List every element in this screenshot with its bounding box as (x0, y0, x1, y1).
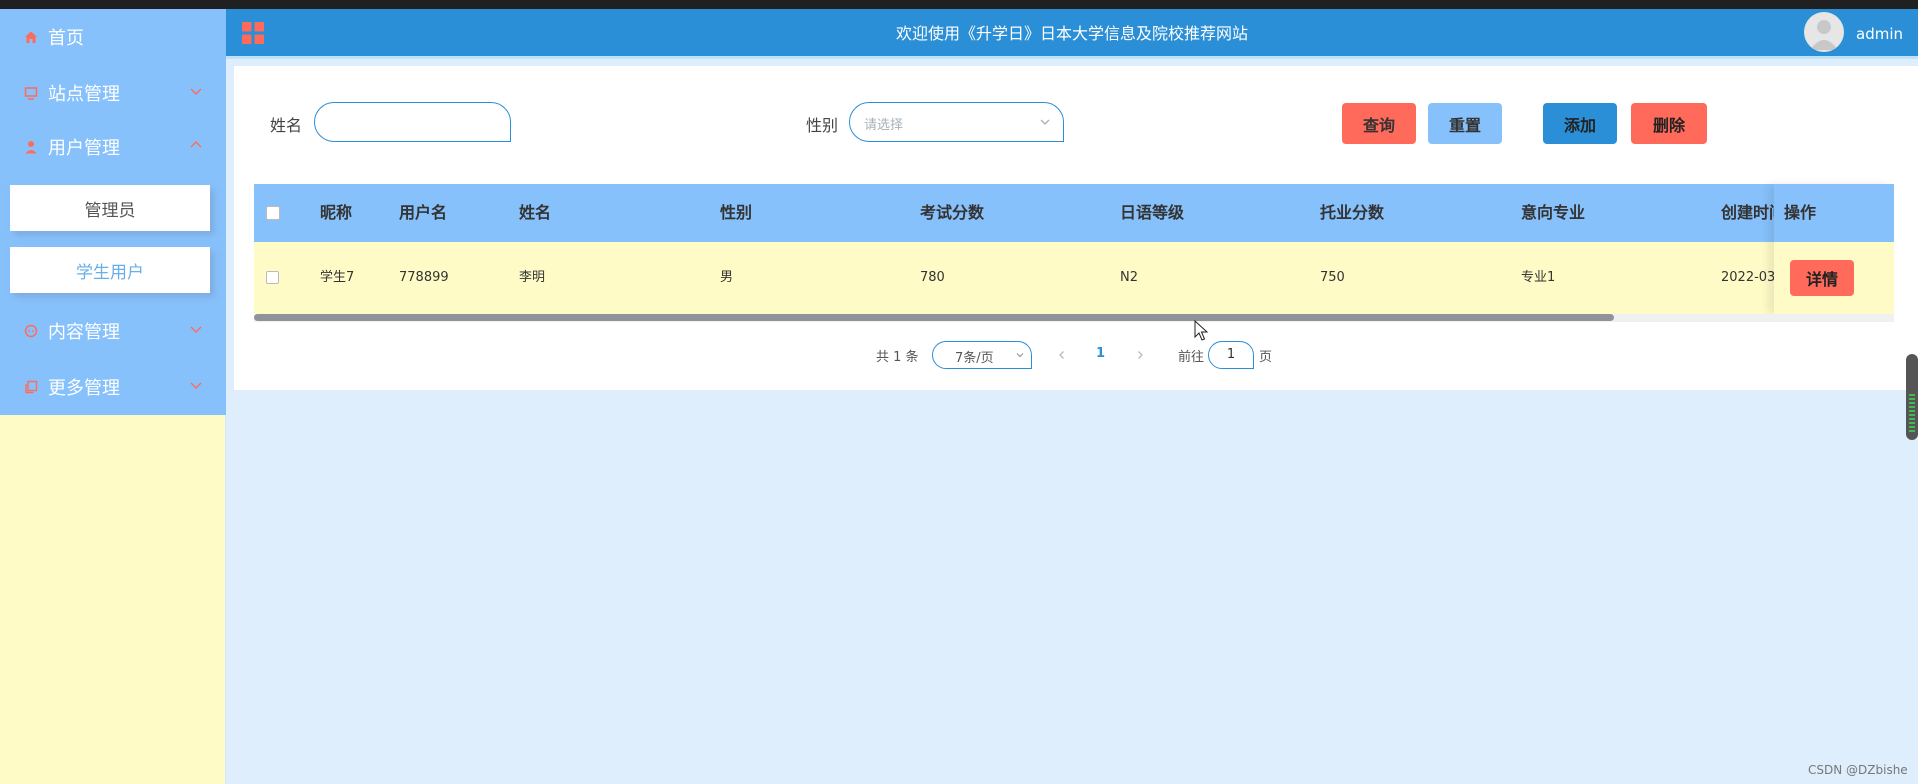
chevron-down-icon (1040, 119, 1050, 125)
column-header[interactable]: 意向专业 (1521, 184, 1585, 242)
submenu-item-admin[interactable]: 管理员 (10, 185, 210, 231)
avatar[interactable] (1804, 12, 1844, 52)
scrollbar-grip (1909, 394, 1915, 434)
table-row[interactable]: 学生7 778899 李明 男 780 N2 750 专业1 2022-03- (254, 242, 1894, 314)
next-page-icon[interactable] (1134, 349, 1146, 361)
cell-toeic: 750 (1320, 270, 1345, 285)
page-size-select[interactable]: 7条/页 (932, 341, 1032, 369)
cell-created: 2022-03- (1721, 270, 1775, 285)
sidebar-item-label: 内容管理 (48, 322, 120, 343)
submenu-users: 管理员 学生用户 (0, 173, 226, 303)
page-title: 欢迎使用《升学日》日本大学信息及院校推荐网站 (895, 24, 1248, 43)
sidebar-item-label: 用户管理 (48, 138, 120, 159)
query-button[interactable]: 查询 (1342, 103, 1416, 144)
top-header: 欢迎使用《升学日》日本大学信息及院校推荐网站 admin (226, 9, 1918, 59)
sidebar-item-label: 首页 (48, 28, 84, 49)
user-avatar-icon (1810, 20, 1838, 50)
sidebar-item-label: 更多管理 (48, 378, 120, 399)
monitor-icon (24, 86, 38, 100)
reset-button[interactable]: 重置 (1428, 103, 1502, 144)
gender-label: 性别 (806, 116, 839, 135)
sidebar-item-home[interactable]: 首页 (0, 9, 226, 65)
cell-major: 专业1 (1521, 270, 1556, 285)
detail-button[interactable]: 详情 (1790, 260, 1854, 296)
goto-page-input[interactable]: 1 (1208, 341, 1254, 369)
page-suffix: 页 (1259, 350, 1273, 365)
column-header[interactable]: 创建时间 (1721, 184, 1775, 242)
window-top-strip (0, 0, 1918, 9)
column-header-action: 操作 (1784, 203, 1817, 222)
row-checkbox[interactable] (266, 271, 279, 284)
cell-nickname: 学生7 (320, 270, 355, 285)
current-page[interactable]: 1 (1096, 346, 1105, 361)
name-label: 姓名 (270, 116, 303, 135)
cell-username: 778899 (399, 270, 449, 285)
column-header[interactable]: 托业分数 (1320, 184, 1384, 242)
column-header[interactable]: 姓名 (519, 184, 551, 242)
table-header: 昵称 用户名 姓名 性别 考试分数 日语等级 托业分数 意向专业 创建时间 (254, 184, 1894, 242)
action-column: 操作 详情 (1774, 184, 1894, 314)
column-header[interactable]: 昵称 (320, 184, 352, 242)
column-header[interactable]: 日语等级 (1120, 184, 1184, 242)
cell-gender: 男 (720, 270, 734, 285)
column-header[interactable]: 考试分数 (920, 184, 984, 242)
sidebar-item-site[interactable]: 站点管理 (0, 65, 226, 121)
sidebar-item-content[interactable]: 内容管理 (0, 303, 226, 359)
chat-icon (24, 324, 38, 338)
home-icon (24, 30, 38, 44)
copy-icon (24, 380, 38, 394)
delete-button[interactable]: 删除 (1631, 103, 1707, 144)
gender-select-placeholder: 请选择 (864, 118, 904, 133)
page-vertical-scrollbar[interactable] (1906, 354, 1918, 440)
gender-select[interactable]: 请选择 (849, 102, 1064, 142)
user-icon (24, 140, 38, 154)
watermark: CSDN @DZbishe (1808, 763, 1908, 777)
cell-name: 李明 (519, 270, 546, 285)
submenu-item-student[interactable]: 学生用户 (10, 247, 210, 293)
prev-page-icon[interactable] (1056, 349, 1068, 361)
column-header[interactable]: 性别 (720, 184, 752, 242)
select-all-checkbox[interactable] (266, 206, 280, 220)
chevron-down-icon (190, 88, 202, 95)
add-button[interactable]: 添加 (1543, 103, 1617, 144)
cell-score: 780 (920, 270, 945, 285)
chevron-up-icon (190, 141, 202, 148)
username[interactable]: admin (1856, 9, 1903, 59)
sidebar-item-more[interactable]: 更多管理 (0, 359, 226, 415)
column-header[interactable]: 用户名 (399, 184, 447, 242)
page-size-value: 7条/页 (955, 351, 994, 366)
sidebar-item-users[interactable]: 用户管理 (0, 119, 226, 175)
chevron-down-icon (190, 382, 202, 389)
pagination-total: 共 1 条 (876, 350, 919, 365)
mouse-cursor-icon (1194, 320, 1208, 341)
table-horizontal-scrollbar[interactable] (254, 314, 1614, 321)
cell-jlpt: N2 (1120, 270, 1138, 285)
name-input[interactable] (314, 102, 511, 142)
goto-label: 前往 (1178, 350, 1205, 365)
chevron-down-icon (1016, 353, 1024, 358)
sidebar: 首页 站点管理 用户管理 管理员 学生用户 内容管理 更多管理 (0, 9, 226, 784)
chevron-down-icon (190, 326, 202, 333)
sidebar-item-label: 站点管理 (48, 84, 120, 105)
